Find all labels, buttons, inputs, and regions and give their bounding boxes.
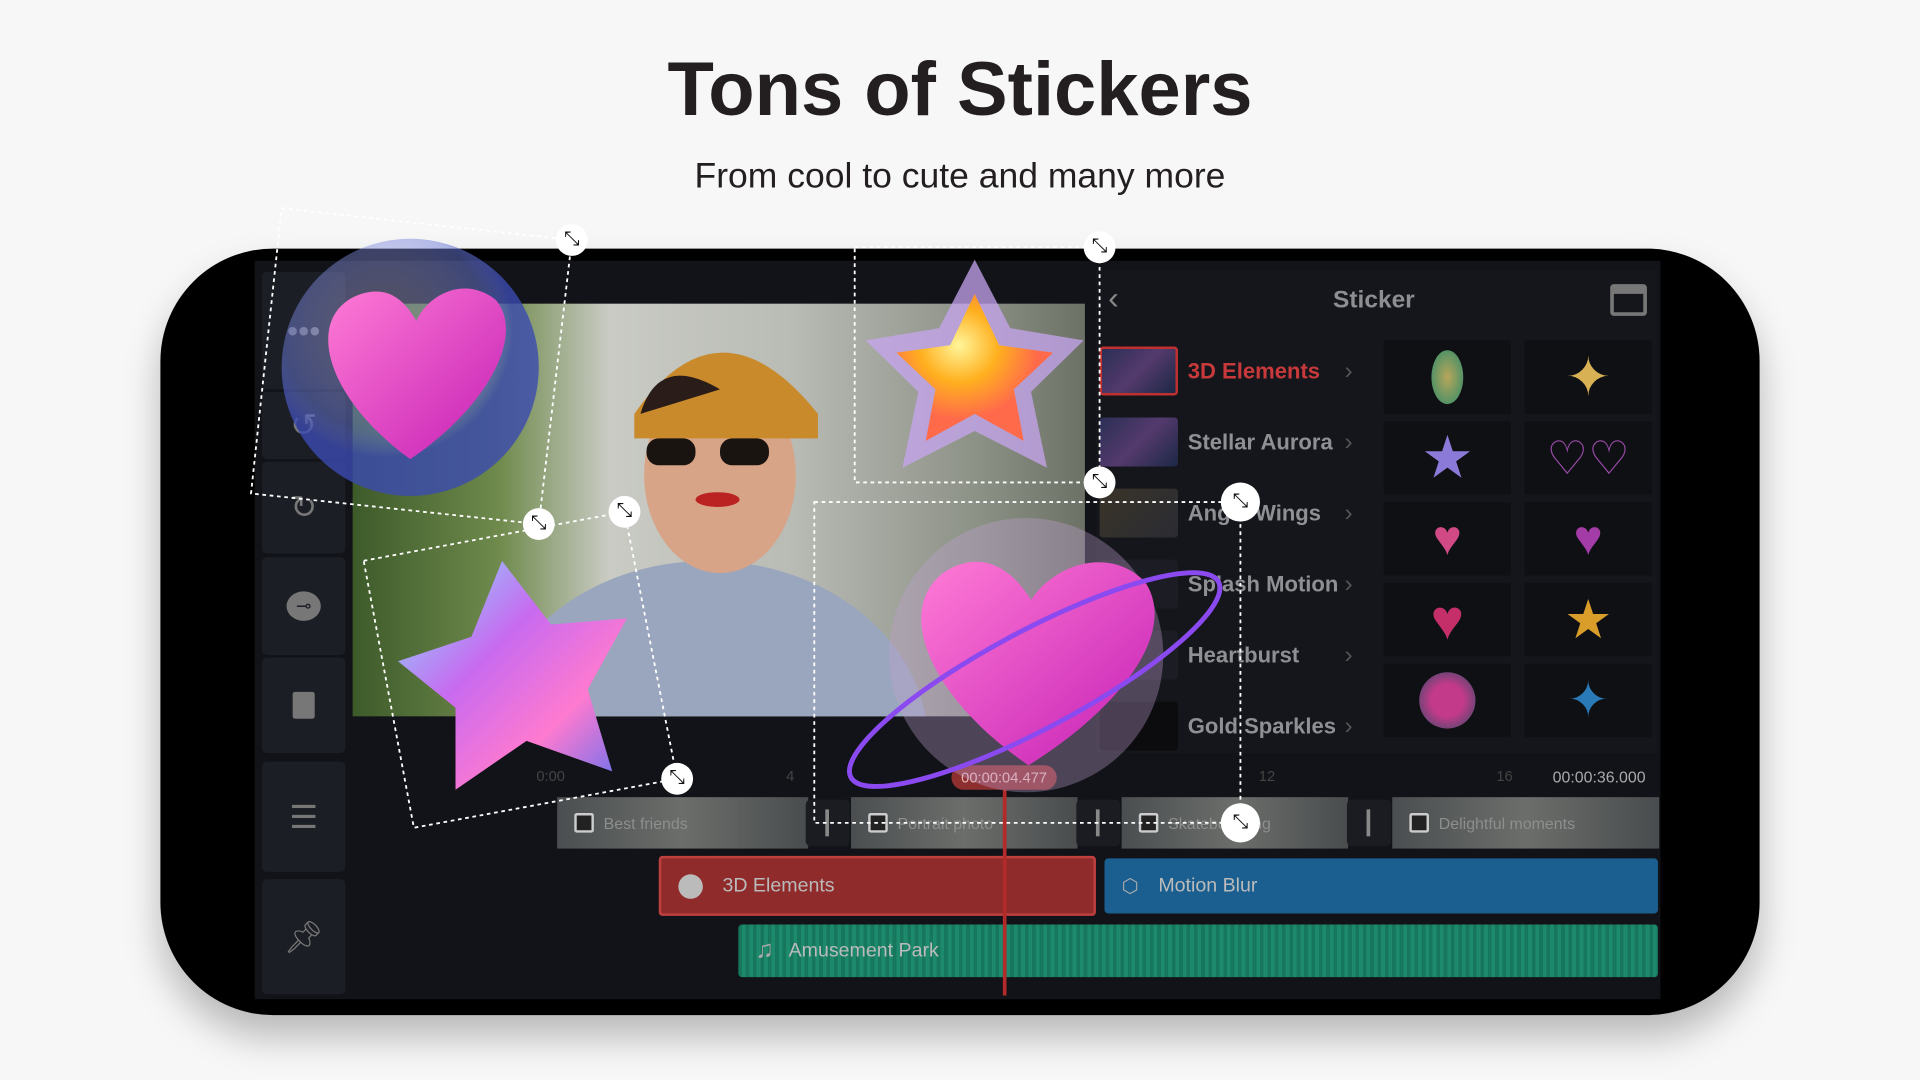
resize-handle[interactable]: ⤡ (1083, 231, 1116, 264)
resize-handle[interactable]: ⤡ (1083, 466, 1116, 499)
resize-handle[interactable]: ⤡ (555, 224, 588, 256)
resize-handle[interactable]: ⤡ (661, 762, 694, 795)
planet-heart-sticker (847, 517, 1223, 793)
sticker-overlay-layer (250, 207, 1242, 829)
resize-handle[interactable]: ⤡ (1220, 803, 1261, 843)
bubble-heart-sticker (281, 238, 539, 496)
resize-handle[interactable]: ⤡ (1220, 482, 1261, 522)
gold-star-sticker (865, 259, 1084, 468)
resize-handle[interactable]: ⤡ (522, 508, 555, 541)
resize-handle[interactable]: ⤡ (608, 495, 641, 528)
iridescent-star-sticker (397, 560, 627, 790)
